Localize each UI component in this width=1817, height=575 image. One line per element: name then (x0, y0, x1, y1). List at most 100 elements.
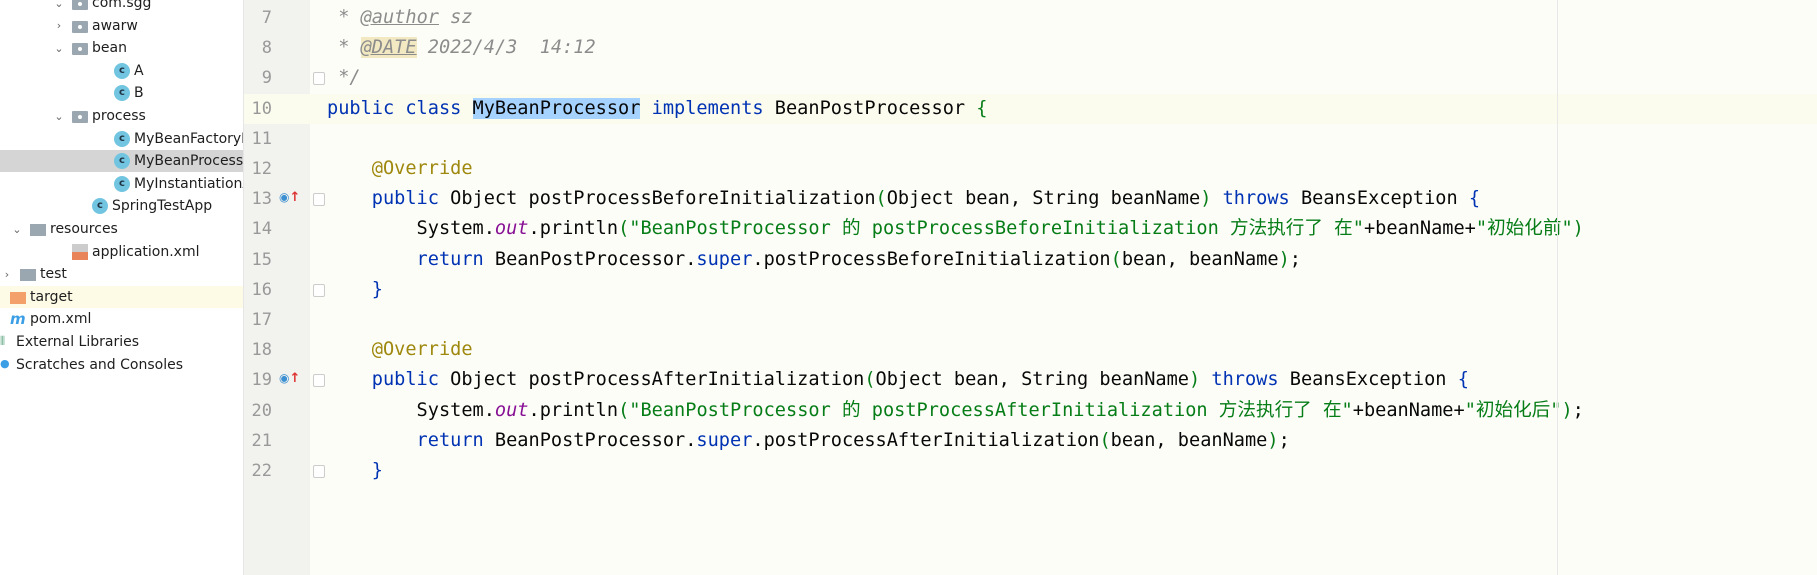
code-token: super (696, 248, 753, 270)
code-token: out (494, 399, 529, 421)
tree-item[interactable]: application.xml (0, 241, 243, 263)
code-token: { (976, 97, 988, 119)
tree-item[interactable]: c MyBeanFactoryPr (0, 128, 243, 150)
fold-toggle-icon[interactable] (313, 283, 325, 297)
tree-item[interactable]: › awarw (0, 15, 243, 37)
line-number: 8 (261, 38, 272, 59)
code-token: Object bean, String beanName (875, 369, 1189, 391)
tree-item[interactable]: target (0, 285, 243, 308)
code-token: System. (327, 218, 495, 240)
project-tree[interactable]: ⌄ com.sgg › awarw ⌄ bean c Ac B ⌄ process c MyBeanFa… (0, 0, 244, 575)
tree-item-label: bean (92, 40, 127, 57)
chevron-right-icon[interactable]: › (0, 268, 14, 281)
editor-scrollbar[interactable] (1557, 0, 1558, 575)
code-editor[interactable]: * @author sz * @DATE 2022/4/3 14:12 */ pu… (310, 0, 1817, 575)
tree-item-label: MyInstantiationAv (134, 175, 243, 192)
tree-item-label: resources (50, 221, 118, 237)
fold-toggle-icon[interactable] (313, 193, 325, 207)
tree-item[interactable]: ⫴ External Libraries (0, 331, 243, 353)
code-line[interactable]: public class MyBeanProcessor implements … (310, 93, 1817, 124)
tree-item-label: SpringTestApp (112, 198, 213, 215)
code-line[interactable]: return BeanPostProcessor.super.postProce… (310, 245, 1817, 275)
code-token: ( (1099, 429, 1111, 451)
code-token: bean, beanName (1121, 248, 1279, 270)
code-token: return (327, 429, 495, 451)
code-line[interactable]: * @DATE 2022/4/3 14:12 (310, 33, 1817, 63)
code-token: ) (1267, 429, 1279, 451)
code-line[interactable]: @Override (310, 335, 1817, 365)
code-token: @Override (327, 158, 473, 179)
line-number: 12 (251, 159, 272, 179)
fold-toggle-icon[interactable] (313, 374, 325, 388)
library-icon: ⫴ (0, 334, 6, 348)
code-line[interactable]: System.out.println("BeanPostProcessor 的 … (310, 396, 1817, 426)
tree-item[interactable]: c SpringTestApp (0, 195, 243, 217)
code-token: Object postProcessBeforeInitialization (450, 188, 876, 210)
code-token: ; (1289, 248, 1301, 270)
code-line[interactable]: public Object postProcessAfterInitializa… (310, 365, 1817, 395)
tree-item[interactable]: ● Scratches and Consoles (0, 354, 243, 376)
code-line[interactable]: return BeanPostProcessor.super.postProce… (310, 426, 1817, 456)
code-token: } (327, 460, 383, 481)
code-token: @author (360, 7, 439, 28)
tree-item[interactable]: cA (0, 60, 243, 82)
line-number: 17 (251, 310, 272, 330)
code-token: ( (875, 188, 887, 210)
code-line[interactable]: System.out.println("BeanPostProcessor 的 … (310, 214, 1817, 244)
folder-icon (20, 269, 36, 282)
tree-item[interactable]: m pom.xml (0, 308, 243, 330)
resources-folder-icon (30, 224, 46, 236)
code-line[interactable]: @Override (310, 154, 1817, 184)
chevron-down-icon[interactable]: ⌄ (52, 0, 66, 10)
line-number: 13 (251, 189, 272, 210)
code-token: ; (1278, 429, 1290, 451)
tree-item[interactable]: cMyBeanProcessor (0, 150, 244, 173)
code-token: +beanName+ (1352, 399, 1465, 421)
package-icon (72, 0, 88, 10)
code-line[interactable] (310, 305, 1817, 335)
package-icon (72, 111, 88, 123)
code-line[interactable]: } (310, 275, 1817, 305)
tree-item[interactable]: ⌄ bean (0, 37, 243, 59)
class-icon: c (114, 85, 130, 102)
chevron-down-icon[interactable]: ⌄ (52, 110, 66, 123)
tree-item[interactable]: ⌄ resources (0, 218, 243, 240)
code-token: ( (1110, 248, 1122, 270)
tree-item-label: awarw (92, 17, 138, 34)
fold-toggle-icon[interactable] (313, 465, 325, 478)
maven-icon: m (10, 310, 26, 329)
chevron-down-icon[interactable]: ⌄ (10, 223, 24, 236)
code-line[interactable] (310, 124, 1817, 154)
code-token: .println (528, 399, 619, 421)
tree-item[interactable]: ⌄ com.sgg (0, 0, 243, 14)
tree-item[interactable]: cMyInstantiationAv (0, 173, 243, 195)
code-token: ) (1561, 399, 1573, 421)
code-line[interactable]: */ (310, 63, 1817, 93)
code-token: 2022/4/3 14:12 (416, 37, 596, 59)
tree-item[interactable]: ⌄ process (0, 105, 243, 127)
chevron-right-icon[interactable]: › (52, 19, 66, 32)
code-token: { (1468, 188, 1481, 210)
class-icon: c (114, 153, 130, 170)
line-number: 20 (251, 400, 272, 421)
code-line[interactable]: public Object postProcessBeforeInitializ… (310, 184, 1817, 214)
code-token: */ (327, 67, 361, 89)
tree-item-label: MyBeanProcessor (134, 153, 244, 170)
chevron-down-icon[interactable]: ⌄ (52, 42, 66, 55)
tree-item[interactable]: cB (0, 82, 243, 104)
code-token: BeanPostProcessor. (494, 429, 697, 451)
fold-toggle-icon[interactable] (313, 72, 325, 86)
line-number: 16 (251, 279, 272, 300)
code-line[interactable]: * @author sz (310, 3, 1817, 33)
tree-item-label: process (92, 108, 146, 124)
tree-item[interactable]: › test (0, 263, 243, 285)
code-line[interactable]: } (310, 456, 1817, 486)
overrides-method-icon[interactable]: ◉↑ (279, 371, 300, 386)
package-icon (72, 20, 88, 33)
code-token: .println (528, 218, 619, 240)
overrides-method-icon[interactable]: ◉↑ (279, 190, 300, 205)
code-token: out (494, 218, 529, 240)
code-token: ) (1278, 248, 1290, 270)
spring-xml-icon (72, 243, 88, 260)
tree-item-label: A (134, 62, 144, 79)
